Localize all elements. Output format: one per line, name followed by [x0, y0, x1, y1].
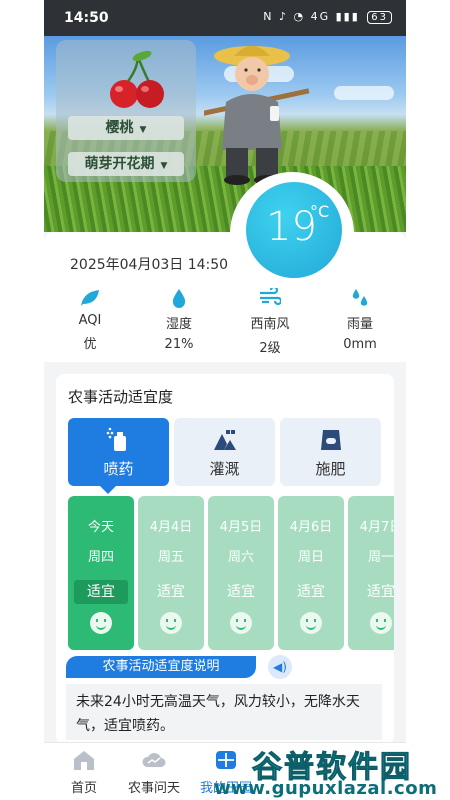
day-card[interactable]: 4月4日 周五 适宜 — [138, 496, 204, 650]
water-drop-icon — [149, 288, 209, 310]
section-title: 农事活动适宜度 — [68, 388, 174, 406]
tab-label: 施肥 — [315, 460, 346, 478]
stat-aqi: AQI 优 — [60, 288, 120, 352]
stat-label: 雨量 — [346, 317, 373, 332]
day-card[interactable]: 4月7日 周一 适宜 — [348, 496, 394, 650]
explain-text: 未来24小时无高温天气，风力较小，无降水天气，适宜喷药。 — [66, 684, 382, 740]
hero-banner: 樱桃 ▼ 萌芽开花期 ▼ — [44, 36, 406, 232]
cherry-icon — [110, 50, 164, 108]
watermark: 谷普软件园 www.gupuxlazal.com — [206, 738, 450, 800]
smile-icon — [160, 612, 182, 634]
temperature-unit: °C — [310, 202, 330, 221]
irrigation-icon — [214, 430, 236, 450]
leaf-icon — [60, 288, 120, 310]
growth-stage-dropdown[interactable]: 萌芽开花期 ▼ — [68, 152, 184, 176]
battery-icon: 63 — [367, 11, 392, 24]
cloud-icon — [142, 753, 166, 767]
day-date: 4月4日 — [149, 520, 193, 535]
stat-rainfall: 雨量 0mm — [330, 288, 390, 352]
rain-drops-icon — [330, 288, 390, 310]
status-bar: 14:50 N ♪ ◔ 4G ▮▮▮ 63 — [44, 0, 406, 36]
temperature-badge: 19 °C — [246, 182, 342, 278]
smile-icon — [300, 612, 322, 634]
day-weekday: 周六 — [227, 550, 254, 565]
nav-weather[interactable]: 农事问天 — [114, 743, 194, 800]
stat-value: 2级 — [259, 341, 281, 356]
day-weekday: 周五 — [157, 550, 184, 565]
fertilizer-icon — [321, 430, 341, 450]
day-status: 适宜 — [74, 580, 128, 604]
crop-name: 樱桃 — [105, 120, 134, 136]
spray-icon — [106, 427, 126, 451]
smile-icon — [370, 612, 392, 634]
stat-label: 西南风 — [250, 317, 290, 332]
day-card-today[interactable]: 今天 周四 适宜 — [68, 496, 134, 650]
stat-value: 21% — [164, 337, 194, 352]
forecast-days: 今天 周四 适宜 4月4日 周五 适宜 4月5日 周六 适宜 4月6日 周日 适… — [68, 496, 394, 650]
caret-down-icon: ▼ — [160, 161, 168, 171]
crop-dropdown[interactable]: 樱桃 ▼ — [68, 116, 184, 140]
tab-label: 喷药 — [103, 460, 134, 478]
crop-selector-panel: 樱桃 ▼ 萌芽开花期 ▼ — [56, 40, 196, 182]
wind-icon — [240, 285, 300, 310]
stat-value: 优 — [83, 337, 97, 352]
day-weekday: 周日 — [297, 550, 324, 565]
stat-wind: 西南风 2级 — [240, 285, 300, 356]
nav-label: 农事问天 — [127, 781, 180, 796]
watermark-url: www.gupuxlazal.com — [214, 778, 438, 799]
smile-icon — [230, 612, 252, 634]
nav-label: 首页 — [70, 781, 97, 796]
tab-spray[interactable]: 喷药 — [68, 418, 169, 486]
growth-stage: 萌芽开花期 — [84, 156, 155, 172]
speaker-icon[interactable]: ◀) — [268, 655, 292, 679]
status-icons-text: N ♪ ◔ 4G ▮▮▮ — [263, 10, 360, 23]
tab-fertilize[interactable]: 施肥 — [280, 418, 381, 486]
stat-label: 湿度 — [165, 317, 192, 332]
stat-humidity: 湿度 21% — [149, 288, 209, 352]
day-weekday: 周四 — [87, 550, 114, 565]
farming-suitability-card: 农事活动适宜度 喷药 灌溉 施肥 今天 周四 适宜 4月4日 周五 适宜 4月5… — [56, 374, 394, 744]
day-card[interactable]: 4月5日 周六 适宜 — [208, 496, 274, 650]
day-date: 4月7日 — [359, 520, 394, 535]
day-card[interactable]: 4月6日 周日 适宜 — [278, 496, 344, 650]
weather-datetime: 2025年04月03日 14:50 — [70, 257, 229, 273]
tab-irrigation[interactable]: 灌溉 — [174, 418, 275, 486]
caret-down-icon: ▼ — [139, 125, 147, 135]
status-time: 14:50 — [64, 10, 109, 26]
farmer-illustration — [204, 46, 310, 185]
nav-home[interactable]: 首页 — [44, 743, 124, 800]
home-icon — [74, 751, 94, 770]
stat-label: AQI — [78, 313, 102, 328]
day-date: 4月5日 — [219, 520, 263, 535]
cloud-shape — [334, 86, 394, 100]
active-tab-pointer — [100, 486, 116, 494]
app-screen: 14:50 N ♪ ◔ 4G ▮▮▮ 63 樱桃 ▼ 萌芽开花期 ▼ 19 °C… — [44, 0, 406, 800]
day-status: 适宜 — [297, 584, 325, 600]
stat-value: 0mm — [343, 337, 377, 352]
explain-label: 农事活动适宜度说明 — [66, 656, 256, 678]
tab-label: 灌溉 — [209, 460, 240, 478]
day-weekday: 周一 — [367, 550, 394, 565]
day-status: 适宜 — [227, 584, 255, 600]
day-date: 4月6日 — [289, 520, 333, 535]
smile-icon — [90, 612, 112, 634]
status-icons: N ♪ ◔ 4G ▮▮▮ 63 — [263, 10, 392, 24]
day-date: 今天 — [87, 520, 114, 535]
day-status: 适宜 — [157, 584, 185, 600]
day-status: 适宜 — [367, 584, 394, 600]
